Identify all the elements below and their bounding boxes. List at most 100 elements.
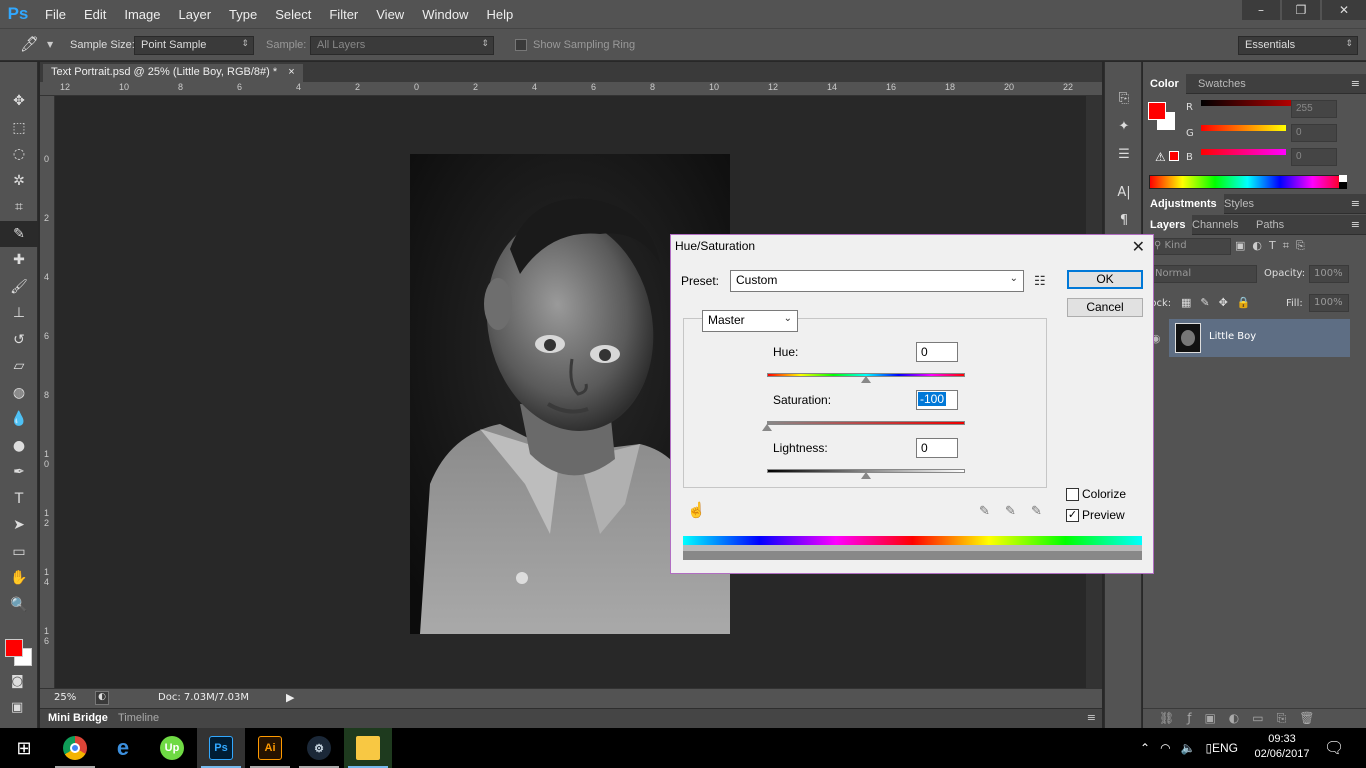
rectangle-tool-icon[interactable]: ▭ (0, 539, 38, 566)
lightness-slider-thumb[interactable] (861, 472, 871, 479)
clone-stamp-tool-icon[interactable]: ⊥ (0, 300, 38, 327)
r-value[interactable]: 255 (1291, 100, 1337, 118)
start-button[interactable]: ⊞ (0, 728, 48, 768)
tab-mini-bridge[interactable]: Mini Bridge (48, 712, 108, 724)
taskbar-file-explorer[interactable] (344, 728, 392, 768)
preset-select[interactable]: Custom ⌄ (730, 270, 1024, 292)
eyedropper-minus-icon[interactable]: ✎ (1031, 503, 1042, 519)
tab-styles[interactable]: Styles (1217, 194, 1261, 214)
taskbar-photoshop[interactable]: Ps (197, 728, 245, 768)
color-spectrum-bar[interactable] (1149, 175, 1346, 189)
gamut-swatch[interactable] (1169, 151, 1179, 161)
eyedropper-tool-icon[interactable]: ✎ (0, 220, 38, 247)
saturation-input[interactable]: -100 (916, 390, 958, 410)
lightness-input[interactable]: 0 (916, 438, 958, 458)
eyedropper-tool-preset-icon[interactable]: 🖊 (20, 35, 39, 53)
character-panel-icon[interactable]: A| (1105, 178, 1143, 206)
screen-mode-icon[interactable]: ▣ (11, 700, 23, 715)
spectrum-black-swatch[interactable] (1339, 182, 1347, 189)
preview-checkbox[interactable]: ✓ (1066, 509, 1079, 522)
menu-view[interactable]: View (367, 7, 413, 22)
g-slider[interactable] (1201, 125, 1286, 131)
b-slider[interactable] (1201, 149, 1286, 155)
menu-window[interactable]: Window (413, 7, 477, 22)
menu-help[interactable]: Help (477, 7, 522, 22)
network-icon[interactable]: ◠ (1160, 741, 1180, 755)
document-tab[interactable]: Text Portrait.psd @ 25% (Little Boy, RGB… (43, 64, 303, 82)
taskbar-edge[interactable]: e (99, 728, 147, 768)
taskbar-illustrator[interactable]: Ai (246, 728, 294, 768)
eyedropper-plus-icon[interactable]: ✎ (1005, 503, 1016, 519)
paragraph-panel-icon[interactable]: ¶ (1105, 206, 1143, 234)
tab-swatches[interactable]: Swatches (1191, 74, 1253, 94)
pen-tool-icon[interactable]: ✒ (0, 459, 38, 486)
menu-image[interactable]: Image (115, 7, 169, 22)
channel-select[interactable]: Master ⌄ (702, 310, 798, 332)
menu-filter[interactable]: Filter (320, 7, 367, 22)
tab-timeline[interactable]: Timeline (118, 712, 159, 724)
panel-menu-icon[interactable]: ≡ (1351, 218, 1360, 231)
close-icon[interactable]: ✕ (1132, 237, 1145, 257)
menu-select[interactable]: Select (266, 7, 320, 22)
menu-layer[interactable]: Layer (170, 7, 221, 22)
layer-row[interactable]: Little Boy (1169, 319, 1350, 357)
tab-channels[interactable]: Channels (1185, 215, 1245, 235)
layer-filter-icons[interactable]: ▣◐T⌗⎘ (1235, 239, 1312, 253)
hue-slider-thumb[interactable] (861, 376, 871, 383)
eraser-tool-icon[interactable]: ▱ (0, 353, 38, 380)
layer-filter-select[interactable]: ⚲ Kind (1149, 238, 1231, 255)
clock[interactable]: 09:33 02/06/2017 (1252, 732, 1312, 762)
menu-edit[interactable]: Edit (75, 7, 115, 22)
eyedropper-icon[interactable]: ✎ (979, 503, 990, 519)
taskbar-chrome[interactable] (51, 728, 99, 768)
chevron-down-icon[interactable]: ▼ (47, 40, 53, 49)
layer-action-icons[interactable]: ⛓ƒ▣◐▭⎘🗑 (1159, 711, 1327, 726)
minimize-button[interactable]: – (1242, 0, 1280, 20)
language-indicator[interactable]: ENG (1212, 728, 1238, 768)
blend-mode-select[interactable]: Normal (1149, 265, 1257, 283)
magic-wand-tool-icon[interactable]: ✲ (0, 168, 38, 195)
taskbar-steam[interactable]: ⚙ (295, 728, 343, 768)
tab-color[interactable]: Color (1143, 74, 1186, 94)
panel-menu-icon[interactable]: ≡ (1351, 77, 1360, 90)
warning-icon[interactable]: ⚠ (1155, 150, 1166, 164)
fill-value[interactable]: 100% (1309, 294, 1349, 312)
spectrum-white-swatch[interactable] (1339, 175, 1347, 182)
history-brush-tool-icon[interactable]: ↺ (0, 327, 38, 354)
menu-file[interactable]: File (36, 7, 75, 22)
g-value[interactable]: 0 (1291, 124, 1337, 142)
hue-input[interactable]: 0 (916, 342, 958, 362)
menu-type[interactable]: Type (220, 7, 266, 22)
status-info-icon[interactable]: ◐ (95, 691, 109, 705)
properties-panel-icon[interactable]: ☰ (1105, 140, 1143, 168)
lock-icons[interactable]: ▦✎✥🔒 (1181, 296, 1260, 309)
show-sampling-ring-checkbox[interactable] (515, 39, 527, 51)
marquee-tool-icon[interactable]: ⬚ (0, 115, 38, 142)
restore-button[interactable]: ❐ (1282, 0, 1320, 20)
colorize-checkbox[interactable] (1066, 488, 1079, 501)
history-panel-icon[interactable]: ⎘ (1105, 84, 1143, 112)
zoom-level[interactable]: 25% (54, 692, 76, 703)
type-tool-icon[interactable]: T (0, 486, 38, 513)
brush-tool-icon[interactable]: 🖌 (0, 274, 38, 301)
preset-options-icon[interactable]: ☷ (1034, 273, 1046, 289)
lasso-tool-icon[interactable]: ◌ (0, 141, 38, 168)
saturation-slider-track[interactable] (767, 421, 965, 425)
notifications-icon[interactable]: 🗨 (1324, 728, 1344, 768)
status-menu-arrow-icon[interactable]: ▶ (286, 691, 294, 704)
tab-paths[interactable]: Paths (1249, 215, 1291, 235)
path-selection-tool-icon[interactable]: ➤ (0, 512, 38, 539)
zoom-tool-icon[interactable]: 🔍 (0, 592, 38, 619)
move-tool-icon[interactable]: ✥ (0, 88, 38, 115)
sample-select[interactable]: All Layers ⇕ (310, 36, 494, 55)
quick-mask-icon[interactable]: ◙ (11, 674, 24, 689)
workspace-select[interactable]: Essentials ⇕ (1238, 36, 1358, 55)
taskbar-upwork[interactable]: Up (148, 728, 196, 768)
hand-tool-icon[interactable]: ✋ (0, 565, 38, 592)
targeted-adjustment-hand-icon[interactable]: ☝ (687, 501, 706, 519)
healing-brush-tool-icon[interactable]: ✚ (0, 247, 38, 274)
ok-button[interactable]: OK (1067, 270, 1143, 289)
system-tray-icons[interactable]: ⌃ ◠ 🔈 ▯ (1140, 728, 1222, 768)
opacity-value[interactable]: 100% (1309, 265, 1349, 283)
foreground-color-swatch[interactable] (5, 639, 23, 657)
